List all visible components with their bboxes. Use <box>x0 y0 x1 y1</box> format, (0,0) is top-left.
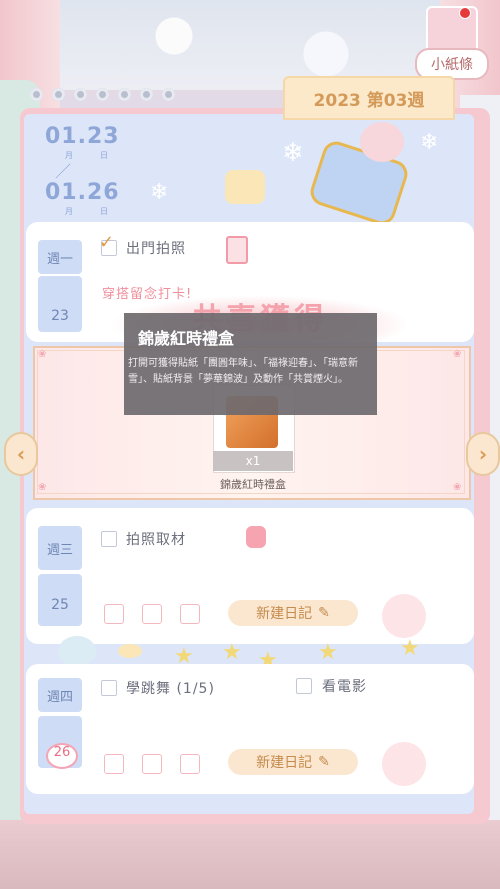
binder-ring <box>52 88 65 101</box>
item-count: x1 <box>213 451 293 471</box>
snowflake-icon: ❄ <box>282 138 304 168</box>
binder-ring <box>96 88 109 101</box>
new-diary-label: 新建日記 <box>256 755 313 771</box>
date-number: 26 <box>46 743 78 769</box>
corner-ornament: ❀ <box>453 349 462 360</box>
next-week-arrow[interactable]: › <box>466 432 500 476</box>
tooltip-description: 打開可獲得貼紙「團圓年味」、「福祿迎春」、「瑞意新雪」、貼紙背景「夢華錦波」及動… <box>128 358 358 385</box>
snowflake-icon: ❄ <box>150 180 169 205</box>
day-label: 日 <box>100 207 108 216</box>
new-diary-button[interactable]: 新建日記 ✎ <box>228 749 358 775</box>
item-name: 錦歲紅時禮盒 <box>220 478 286 491</box>
notification-dot <box>459 7 471 19</box>
edit-icon: ✎ <box>318 754 330 770</box>
day-label: 日 <box>100 151 108 160</box>
binder-ring <box>30 88 43 101</box>
binder-ring <box>162 88 175 101</box>
cat-illustration <box>225 170 265 204</box>
snowflake-icon: ❄ <box>420 130 439 155</box>
task-label: 出門拍照 <box>126 241 186 257</box>
check-mark-icon: ✓ <box>99 232 115 253</box>
weekday-tag: 週三 <box>38 526 82 570</box>
week-tab[interactable]: 2023 第03週 <box>283 76 455 120</box>
start-date: 01.23 <box>45 124 120 149</box>
corner-ornament: ❀ <box>38 349 47 360</box>
girl-head <box>360 122 404 162</box>
edit-icon: ✎ <box>318 605 330 621</box>
diary-slot[interactable] <box>104 604 124 624</box>
diary-slot[interactable] <box>180 754 200 774</box>
star-icon: ★ <box>400 636 420 661</box>
task-label: 看電影 <box>322 679 367 695</box>
task-label: 學跳舞 (1/5) <box>126 681 215 697</box>
task-checkbox[interactable] <box>101 531 117 547</box>
gift-icon[interactable] <box>246 526 266 548</box>
task-label: 拍照取材 <box>126 532 186 548</box>
bottom-decoration <box>0 820 500 889</box>
new-diary-label: 新建日記 <box>256 606 313 622</box>
binder-ring <box>74 88 87 101</box>
weekday-tag: 週四 <box>38 678 82 712</box>
diary-slot[interactable] <box>180 604 200 624</box>
dumpling-icon <box>118 644 142 658</box>
weekday-tag: 週一 <box>38 240 82 274</box>
photo-icon <box>226 236 248 264</box>
diary-slot[interactable] <box>104 754 124 774</box>
month-label: 月 <box>65 207 73 216</box>
corner-ornament: ❀ <box>453 482 462 493</box>
diary-slot[interactable] <box>142 604 162 624</box>
sticker-placeholder <box>382 742 426 786</box>
dumpling-bowl-icon <box>58 636 96 666</box>
tooltip-title: 錦歲紅時禮盒 <box>138 329 235 348</box>
date-separator: ／ <box>55 162 72 181</box>
star-icon: ★ <box>318 640 338 665</box>
binder-ring <box>140 88 153 101</box>
sticker-placeholder <box>382 594 426 638</box>
binder-ring <box>118 88 131 101</box>
binder-rings <box>30 88 180 104</box>
diary-slot[interactable] <box>142 754 162 774</box>
new-diary-button[interactable]: 新建日記 ✎ <box>228 600 358 626</box>
date-number: 23 <box>51 308 69 324</box>
prev-week-arrow[interactable]: ‹ <box>4 432 38 476</box>
date-number: 25 <box>51 597 69 613</box>
task-checkbox[interactable] <box>101 680 117 696</box>
task-checkbox[interactable] <box>296 678 312 694</box>
star-icon: ★ <box>222 640 242 665</box>
corner-ornament: ❀ <box>38 482 47 493</box>
end-date: 01.26 <box>45 180 120 205</box>
